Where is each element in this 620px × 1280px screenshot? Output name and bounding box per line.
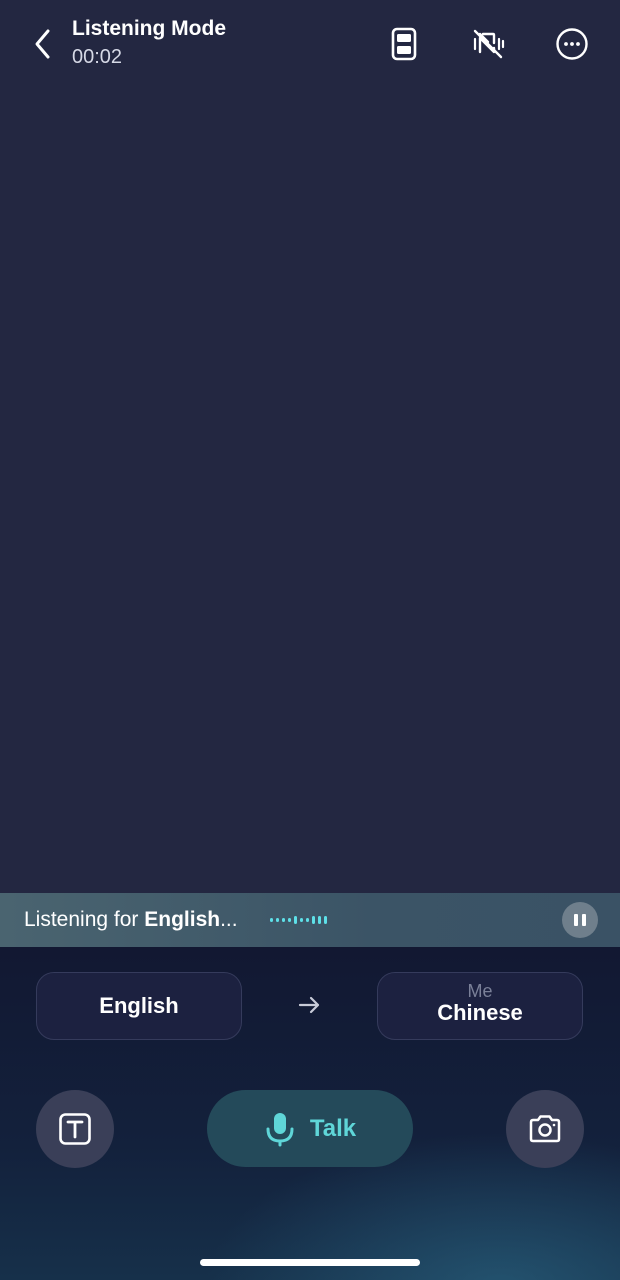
listening-status-text: Listening for English...	[24, 907, 238, 933]
audio-waveform	[270, 910, 327, 930]
source-language-selector[interactable]: English	[36, 972, 242, 1040]
pause-button[interactable]	[562, 902, 598, 938]
elapsed-timer: 00:02	[72, 46, 123, 68]
listening-prefix: Listening for	[24, 908, 145, 931]
text-icon	[59, 1113, 91, 1145]
target-language-label: Chinese	[437, 1000, 523, 1025]
target-language-owner: Me	[467, 981, 493, 1001]
split-layout-icon	[391, 27, 417, 61]
listening-mode-screen: Listening Mode 00:02 Listening for Engli…	[0, 0, 620, 1280]
microphone-icon	[266, 1112, 294, 1146]
target-language-selector[interactable]: Me Chinese	[377, 972, 583, 1040]
bottom-control-panel: English Me Chinese Talk	[0, 947, 620, 1280]
title-block: Listening Mode 00:02	[72, 16, 226, 71]
text-input-button[interactable]	[36, 1090, 114, 1168]
camera-button[interactable]	[506, 1090, 584, 1168]
back-button[interactable]	[26, 26, 60, 62]
back-chevron-icon	[35, 29, 50, 59]
layout-toggle-button[interactable]	[384, 24, 424, 64]
arrow-right-icon	[298, 996, 320, 1014]
source-language-label: English	[99, 993, 179, 1018]
page-title: Listening Mode	[72, 17, 226, 40]
more-options-icon	[556, 28, 588, 60]
pause-icon	[572, 914, 588, 926]
talk-label: Talk	[309, 1114, 357, 1142]
mute-vibration-button[interactable]	[468, 24, 508, 64]
listening-language: English	[144, 908, 221, 931]
listening-status-bar: Listening for English...	[0, 893, 620, 947]
home-indicator[interactable]	[200, 1259, 420, 1266]
vibration-off-icon	[473, 29, 505, 59]
camera-icon	[529, 1115, 561, 1143]
header: Listening Mode 00:02	[0, 0, 620, 88]
listening-ellipsis: ...	[220, 908, 238, 931]
talk-button[interactable]: Talk	[207, 1090, 413, 1167]
more-options-button[interactable]	[552, 24, 592, 64]
